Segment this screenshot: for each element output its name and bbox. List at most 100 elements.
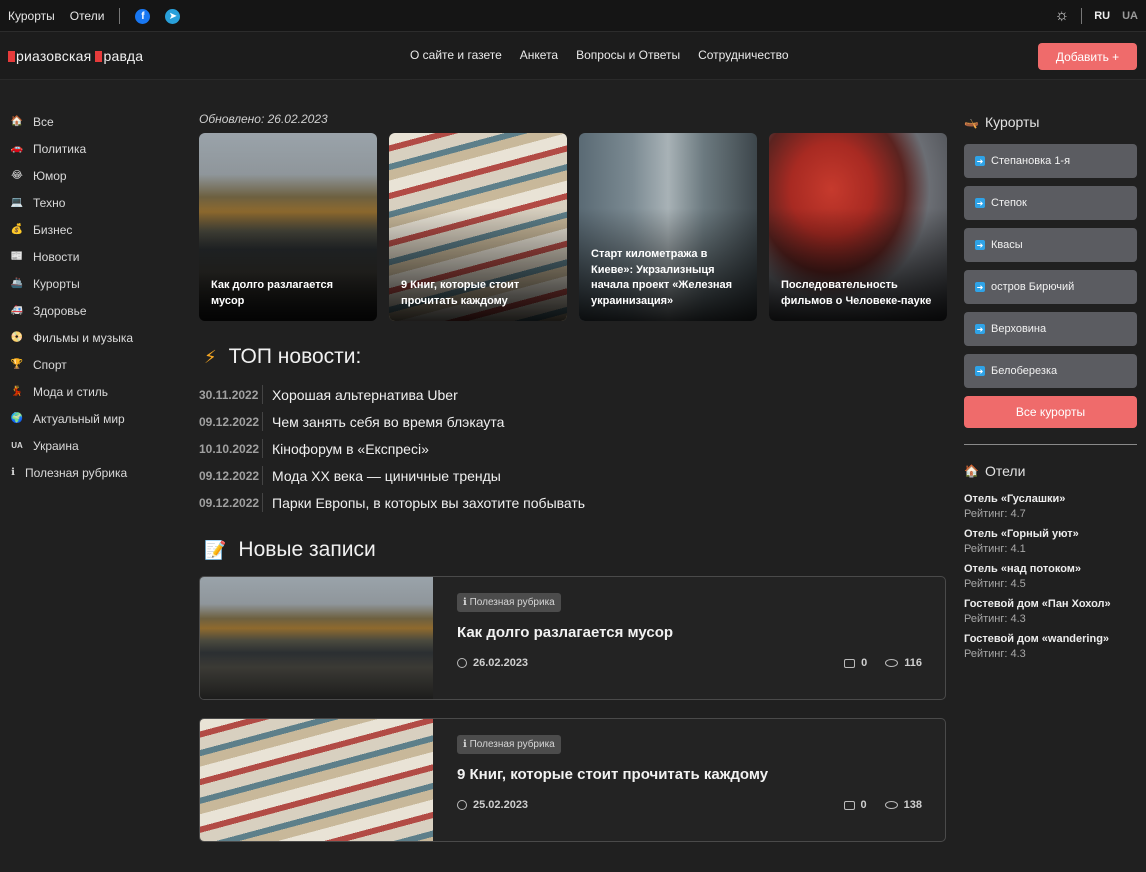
list-item[interactable]: 30.11.2022 Хорошая альтернатива Uber — [199, 381, 759, 408]
telegram-icon[interactable]: ➤ — [165, 8, 181, 24]
resort-link[interactable]: ➜ Степок — [964, 186, 1137, 220]
facebook-icon[interactable]: f — [135, 8, 151, 24]
resort-link[interactable]: ➜ Белоберезка — [964, 354, 1137, 388]
list-item[interactable]: 09.12.2022 Парки Европы, в которых вы зах… — [199, 489, 759, 516]
news-title[interactable]: Чем занять себя во время блэкаута — [263, 414, 504, 430]
nav-survey[interactable]: Анкета — [520, 48, 558, 62]
nav-about[interactable]: О сайте и газете — [410, 48, 502, 62]
laugh-icon: 😂 — [11, 170, 23, 181]
resort-link[interactable]: ➜ Верховина — [964, 312, 1137, 346]
list-item[interactable]: 09.12.2022 Мода XX века — циничные тренды — [199, 462, 759, 489]
resort-link[interactable]: ➜ остров Бирючий — [964, 270, 1137, 304]
post-image[interactable] — [200, 719, 433, 841]
sidebar-item-label: Спорт — [33, 357, 67, 372]
news-title[interactable]: Парки Европы, в которых вы захотите побы… — [263, 495, 585, 511]
news-title[interactable]: Мода XX века — циничные тренды — [263, 468, 501, 484]
eye-icon — [885, 659, 899, 667]
hotel-item[interactable]: Отель «Гуслашки» Рейтинг: 4.7 — [964, 493, 1137, 520]
nav-faq[interactable]: Вопросы и Ответы — [576, 48, 680, 62]
globe-icon: 🌍 — [10, 413, 24, 424]
resort-label: Квасы — [991, 239, 1023, 251]
hotel-name[interactable]: Отель «Горный уют» — [964, 528, 1137, 540]
divider — [964, 444, 1137, 445]
post-title[interactable]: 9 Книг, которые стоит прочитать каждому — [457, 766, 768, 783]
list-item[interactable]: 09.12.2022 Чем занять себя во время блэка… — [199, 408, 759, 435]
resort-link[interactable]: ➜ Квасы — [964, 228, 1137, 262]
sidebar-item-sport[interactable]: 🏆 Спорт — [8, 351, 178, 378]
clock-icon — [457, 800, 467, 810]
sidebar-item-label: Бизнес — [33, 222, 73, 237]
sidebar-item-health[interactable]: 🚑 Здоровье — [8, 297, 178, 324]
post-title[interactable]: Как долго разлагается мусор — [457, 624, 673, 641]
clock-icon — [457, 658, 467, 668]
arrow-right-icon: ➜ — [975, 324, 985, 334]
resorts-title: Курорты — [984, 114, 1040, 130]
sidebar-item-resorts[interactable]: 🚢 Курорты — [8, 270, 178, 297]
arrow-right-icon: ➜ — [975, 282, 985, 292]
sidebar-item-useful[interactable]: ℹ Полезная рубрика — [8, 459, 178, 486]
post-image[interactable] — [200, 577, 433, 699]
featured-card[interactable]: 9 Книг, которые стоит прочитать каждому — [389, 133, 567, 321]
sidebar-item-label: Новости — [33, 249, 80, 264]
laptop-icon: 💻 — [10, 197, 24, 208]
comment-count: 0 — [861, 657, 868, 669]
theme-toggle-icon[interactable]: ☼ — [1055, 7, 1070, 25]
sidebar-item-world[interactable]: 🌍 Актуальный мир — [8, 405, 178, 432]
hotels-title: Отели — [984, 463, 1026, 479]
sidebar-item-all[interactable]: 🏠 Все — [8, 108, 178, 135]
post-card[interactable]: ℹ Полезная рубрика 9 Книг, которые стоит… — [199, 718, 946, 842]
add-button[interactable]: Добавить + — [1038, 43, 1137, 70]
sidebar-item-politics[interactable]: 🚗 Политика — [8, 135, 178, 162]
featured-card[interactable]: Старт километража в Киеве»: Укрзализныця… — [579, 133, 757, 321]
hotel-name[interactable]: Отель «Гуслашки» — [964, 493, 1137, 505]
hotel-item[interactable]: Гостевой дом «Пан Хохол» Рейтинг: 4.3 — [964, 598, 1137, 625]
hotel-rating: Рейтинг: 4.1 — [964, 543, 1026, 555]
site-logo[interactable]: риазовская равда — [8, 48, 143, 64]
topbar-link-hotels[interactable]: Отели — [70, 9, 105, 23]
lang-ua[interactable]: UA — [1122, 10, 1138, 22]
featured-card[interactable]: Последовательность фильмов о Человеке-па… — [769, 133, 947, 321]
post-card[interactable]: ℹ Полезная рубрика Как долго разлагается… — [199, 576, 946, 700]
right-column: 🛶 Курорты ➜ Степановка 1-я ➜ Степок ➜ Квасы… — [964, 108, 1137, 660]
logo-mark — [8, 51, 15, 62]
featured-card[interactable]: Как долго разлагается мусор — [199, 133, 377, 321]
top-bar: Курорты Отели f ➤ ☼ RU UA — [0, 0, 1146, 32]
sidebar-item-label: Украина — [33, 438, 79, 453]
sidebar-item-news[interactable]: 📰 Новости — [8, 243, 178, 270]
view-count: 138 — [903, 799, 922, 811]
view-count: 116 — [904, 657, 922, 669]
topbar-link-resorts[interactable]: Курорты — [8, 9, 55, 23]
sidebar-item-ukraine[interactable]: UA Украина — [8, 432, 178, 459]
hotel-item[interactable]: Отель «над потоком» Рейтинг: 4.5 — [964, 563, 1137, 590]
logo-word-2: равда — [103, 48, 144, 64]
hotels-heading: 🏠 Отели — [964, 457, 1137, 485]
sidebar-item-label: Актуальный мир — [33, 411, 125, 426]
sidebar-item-humor[interactable]: 😂 Юмор — [8, 162, 178, 189]
top-news-heading: ⚡ ТОП новости: — [204, 345, 361, 369]
all-resorts-button[interactable]: Все курорты — [964, 396, 1137, 428]
news-title[interactable]: Кінофорум в «Експресі» — [263, 441, 429, 457]
hotel-item[interactable]: Гостевой дом «wandering» Рейтинг: 4.3 — [964, 633, 1137, 660]
hotel-name[interactable]: Отель «над потоком» — [964, 563, 1137, 575]
comment-icon — [843, 800, 855, 810]
category-badge[interactable]: ℹ Полезная рубрика — [457, 735, 561, 754]
lang-ru[interactable]: RU — [1094, 10, 1110, 22]
hotel-name[interactable]: Гостевой дом «Пан Хохол» — [964, 598, 1137, 610]
logo-mark — [95, 51, 103, 62]
list-item[interactable]: 10.10.2022 Кінофорум в «Експресі» — [199, 435, 759, 462]
sidebar-item-fashion[interactable]: 💃 Мода и стиль — [8, 378, 178, 405]
sidebar-item-tech[interactable]: 💻 Техно — [8, 189, 178, 216]
house-icon: 🏠 — [964, 464, 979, 478]
hotel-item[interactable]: Отель «Горный уют» Рейтинг: 4.1 — [964, 528, 1137, 555]
lightning-icon: ⚡ — [204, 346, 217, 367]
hotel-name[interactable]: Гостевой дом «wandering» — [964, 633, 1137, 645]
nav-cooperation[interactable]: Сотрудничество — [698, 48, 788, 62]
sidebar-item-business[interactable]: 💰 Бизнес — [8, 216, 178, 243]
news-title[interactable]: Хорошая альтернатива Uber — [263, 387, 458, 403]
money-bag-icon: 💰 — [10, 224, 24, 235]
sidebar-item-movies[interactable]: 📀 Фильмы и музыка — [8, 324, 178, 351]
top-news-title: ТОП новости: — [228, 345, 362, 368]
comment-icon — [844, 658, 856, 668]
category-badge[interactable]: ℹ Полезная рубрика — [457, 593, 561, 612]
resort-link[interactable]: ➜ Степановка 1-я — [964, 144, 1137, 178]
